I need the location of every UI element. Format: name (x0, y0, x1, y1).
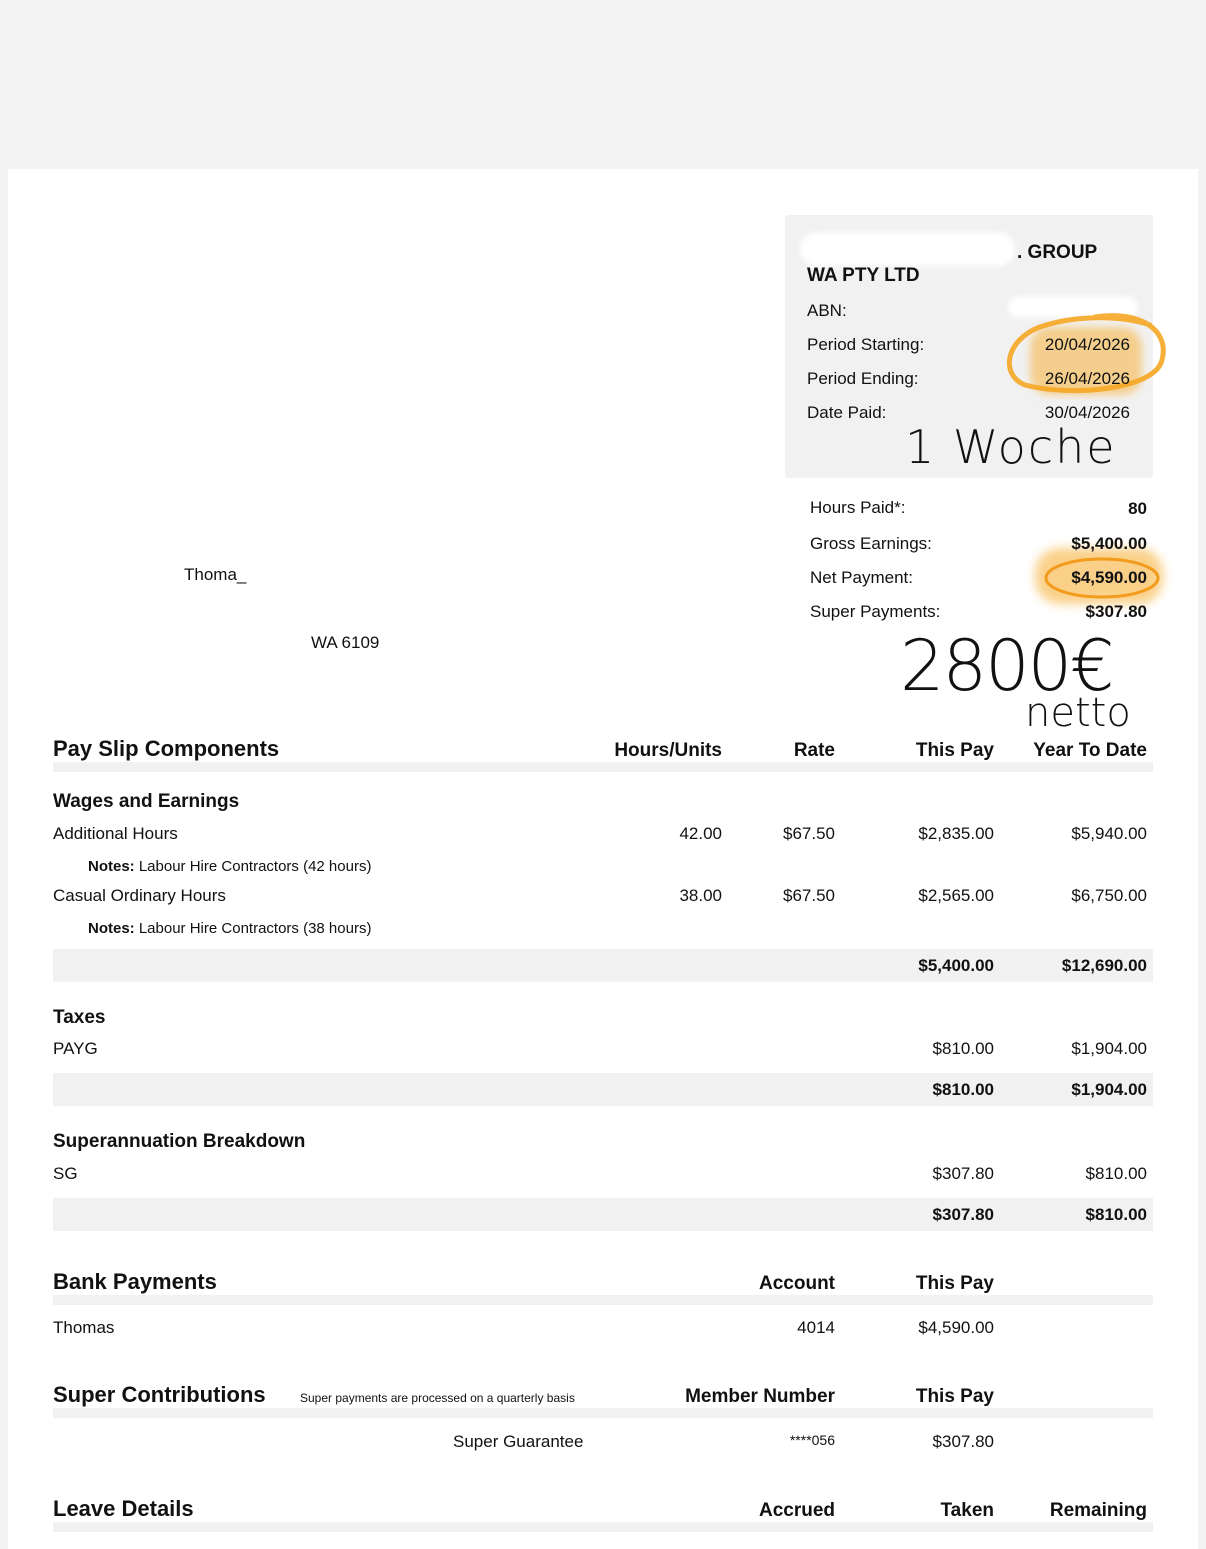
wage-row-label: Casual Ordinary Hours (53, 886, 226, 905)
bank-row-account: 4014 (797, 1318, 835, 1337)
tax-row-ytd: $1,904.00 (1071, 1039, 1147, 1058)
wage-row-rate: $67.50 (783, 824, 835, 843)
wage-row-ytd: $5,940.00 (1071, 824, 1147, 843)
tax-row-this-pay: $810.00 (932, 1039, 994, 1058)
col-this-pay: This Pay (915, 740, 994, 761)
col-remaining: Remaining (1049, 1500, 1147, 1521)
hours-paid-value: 80 (1128, 499, 1147, 518)
bank-row-name: Thomas (53, 1318, 115, 1337)
period-ending-label: Period Ending: (807, 369, 919, 388)
col-member-number: Member Number (685, 1386, 835, 1407)
col-taken: Taken (940, 1500, 994, 1521)
date-paid-label: Date Paid: (807, 403, 887, 422)
super-quarterly-note: Super payments are processed on a quarte… (300, 1391, 575, 1405)
header-divider (53, 762, 1153, 772)
col-super-this-pay: This Pay (915, 1386, 994, 1407)
leave-divider (53, 1522, 1153, 1532)
employer-name-suffix: . GROUP (1017, 242, 1098, 263)
super-contrib-member: ****056 (789, 1432, 835, 1448)
taxes-total-this-pay: $810.00 (932, 1080, 994, 1099)
notes-label: Notes: (88, 920, 135, 937)
period-ending-value: 26/04/2026 (1044, 369, 1130, 388)
handwritten-week-note: 1 Woche (905, 420, 1117, 474)
super-total-this-pay: $307.80 (932, 1205, 994, 1224)
employer-name-line2: WA PTY LTD (807, 265, 920, 286)
super-total-ytd: $810.00 (1085, 1205, 1147, 1224)
super-row-this-pay: $307.80 (932, 1164, 994, 1183)
components-title: Pay Slip Components (53, 736, 280, 761)
gross-earnings-value: $5,400.00 (1071, 534, 1147, 553)
notes-text: Labour Hire Contractors (42 hours) (138, 858, 372, 875)
tax-row-label: PAYG (53, 1039, 98, 1058)
wage-row-this-pay: $2,565.00 (918, 886, 994, 905)
super-row-ytd: $810.00 (1085, 1164, 1147, 1183)
period-starting-label: Period Starting: (807, 335, 925, 354)
bank-row-this-pay: $4,590.00 (918, 1318, 994, 1337)
net-payment-value: $4,590.00 (1071, 568, 1147, 587)
employee-name: Thoma_ (184, 565, 247, 584)
wage-row-ytd: $6,750.00 (1071, 886, 1147, 905)
wages-total-ytd: $12,690.00 (1061, 956, 1147, 975)
wage-row-this-pay: $2,835.00 (918, 824, 994, 843)
redaction-smudge (40, 230, 600, 430)
wage-row-label: Additional Hours (53, 824, 178, 843)
col-account: Account (759, 1273, 835, 1294)
wage-row-notes: Notes: Labour Hire Contractors (42 hours… (88, 858, 371, 875)
col-accrued: Accrued (758, 1500, 835, 1521)
wages-total-this-pay: $5,400.00 (918, 956, 994, 975)
super-contrib-type: Super Guarantee (453, 1432, 584, 1451)
redaction-smudge (800, 232, 1015, 266)
hours-paid-label: Hours Paid*: (810, 498, 906, 517)
wage-row-rate: $67.50 (783, 886, 835, 905)
bank-payments-title: Bank Payments (53, 1269, 217, 1294)
col-year-to-date: Year To Date (1033, 740, 1147, 761)
taxes-title: Taxes (53, 1007, 106, 1028)
abn-label: ABN: (807, 301, 847, 320)
employee-postcode: WA 6109 (311, 633, 380, 652)
net-payment-label: Net Payment: (810, 568, 913, 587)
gross-earnings-label: Gross Earnings: (810, 534, 932, 553)
super-payments-value: $307.80 (1085, 602, 1147, 621)
super-row-label: SG (53, 1164, 78, 1183)
notes-label: Notes: (88, 858, 135, 875)
super-contrib-this-pay: $307.80 (932, 1432, 994, 1451)
wage-row-hours: 42.00 (679, 824, 722, 843)
wage-row-hours: 38.00 (679, 886, 722, 905)
col-rate: Rate (793, 740, 835, 761)
super-contributions-title: Super Contributions (53, 1382, 266, 1407)
notes-text: Labour Hire Contractors (38 hours) (138, 920, 372, 937)
leave-details-title: Leave Details (53, 1496, 194, 1521)
col-hours-units: Hours/Units (614, 740, 722, 761)
super-contrib-divider (53, 1408, 1153, 1418)
super-breakdown-title: Superannuation Breakdown (53, 1131, 306, 1152)
handwritten-netto: netto (1025, 690, 1131, 736)
taxes-total-ytd: $1,904.00 (1071, 1080, 1147, 1099)
bank-divider (53, 1295, 1153, 1305)
wage-row-notes: Notes: Labour Hire Contractors (38 hours… (88, 920, 371, 937)
wages-title: Wages and Earnings (53, 791, 240, 812)
col-bank-this-pay: This Pay (915, 1273, 994, 1294)
period-starting-value: 20/04/2026 (1044, 335, 1130, 354)
super-payments-label: Super Payments: (810, 602, 941, 621)
